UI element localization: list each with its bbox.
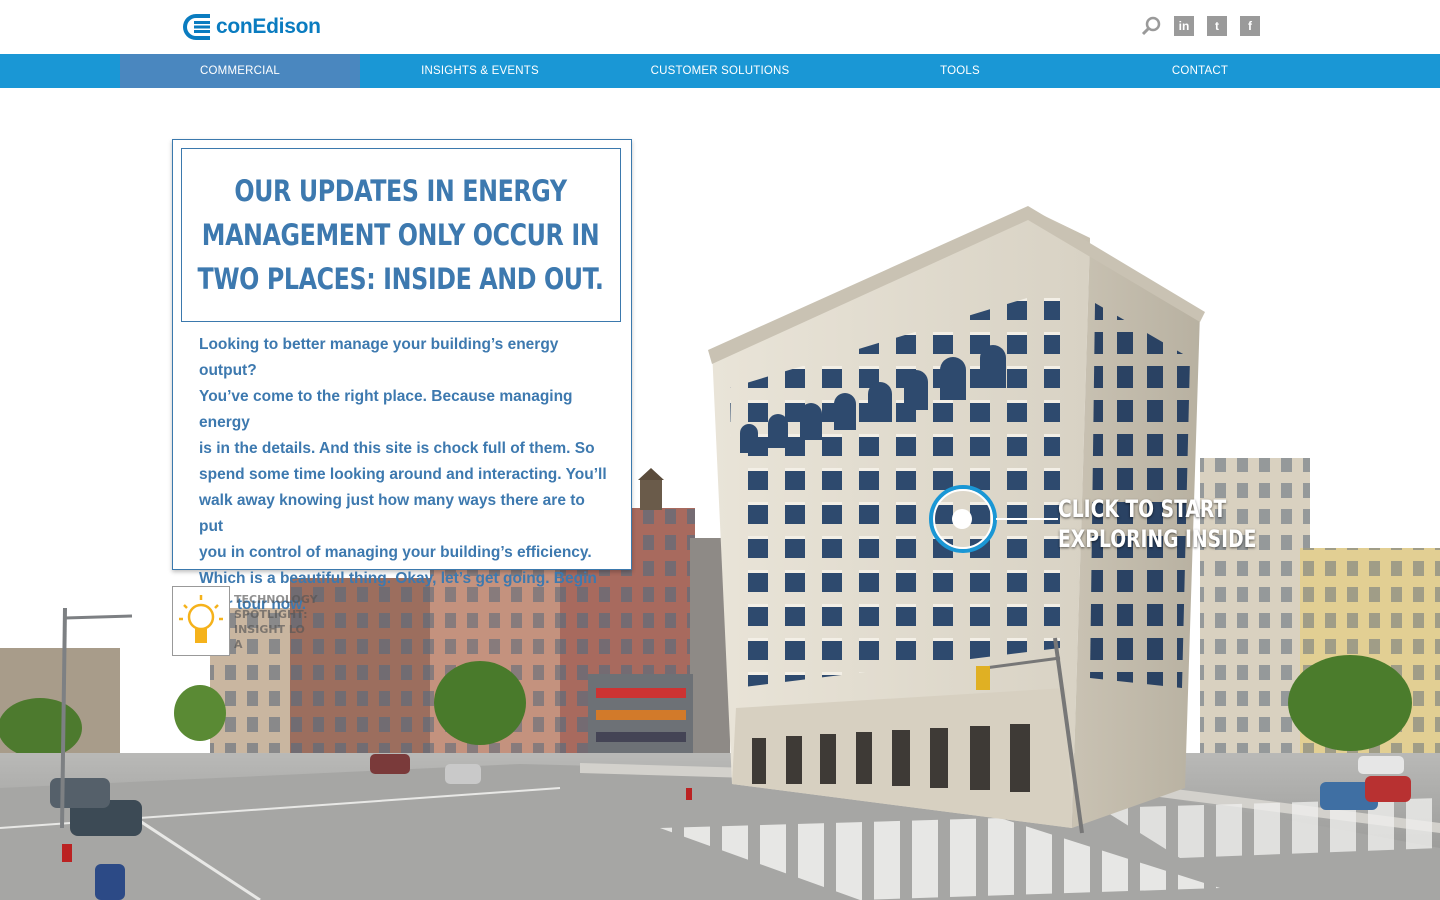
search-icon[interactable] [1141,16,1161,36]
linkedin-glyph: in [1178,19,1190,33]
nav-item-insights-events[interactable]: INSIGHTS & EVENTS [360,54,600,88]
nav-item-commercial[interactable]: COMMERCIAL [120,54,360,88]
explore-label-line-1: CLICK TO START [1058,495,1227,523]
intro-body-line-5: walk away knowing just how many ways the… [199,492,585,535]
nav-item-contact[interactable]: CONTACT [1080,54,1320,88]
conedison-logo[interactable]: conEdison [180,12,321,42]
conedison-logo-icon [183,14,210,40]
intro-heading: OUR UPDATES IN ENERGY MANAGEMENT ONLY OC… [198,169,604,301]
hotspot-connector-line [996,518,1058,520]
intro-body-line-3: is in the details. And this site is choc… [199,440,595,457]
facebook-glyph: f [1248,19,1252,33]
tech-spotlight-line-3: INSIGHT LO [234,623,305,636]
intro-heading-box: OUR UPDATES IN ENERGY MANAGEMENT ONLY OC… [181,148,621,322]
lightbulb-icon [179,595,223,643]
tech-spotlight-tab[interactable] [172,586,230,656]
explore-label-line-2: EXPLORING INSIDE [1058,525,1257,553]
logo-text: conEdison [216,15,321,38]
explore-hotspot[interactable] [928,484,998,554]
intro-card: OUR UPDATES IN ENERGY MANAGEMENT ONLY OC… [172,139,632,613]
nav-item-customer-solutions[interactable]: CUSTOMER SOLUTIONS [600,54,840,88]
intro-body-line-1: Looking to better manage your building’s… [199,336,559,379]
linkedin-icon[interactable]: in [1174,16,1194,36]
intro-body-line-7: Which is a beautiful thing. Okay, let’s … [199,570,597,587]
tech-spotlight-line-2: SPOTLIGHT: [234,608,308,621]
twitter-icon[interactable]: t [1207,16,1227,36]
intro-heading-line-2: MANAGEMENT ONLY OCCUR IN [202,218,600,252]
intro-body-line-2: You’ve come to the right place. Because … [199,388,573,431]
main-nav: COMMERCIAL INSIGHTS & EVENTS CUSTOMER SO… [0,54,1440,88]
site-header: conEdison in t f [0,0,1440,54]
facebook-icon[interactable]: f [1240,16,1260,36]
tech-spotlight-line-4: A [234,638,243,651]
utility-links: in t f [1141,16,1260,36]
tech-spotlight-line-1: TECHNOLOGY [234,593,318,606]
intro-heading-line-1: OUR UPDATES IN ENERGY [234,174,568,208]
explore-hotspot-label[interactable]: CLICK TO START EXPLORING INSIDE [1058,494,1257,554]
tech-spotlight-label[interactable]: TECHNOLOGY SPOTLIGHT: INSIGHT LO A [234,592,318,652]
intro-body-line-4: spend some time looking around and inter… [199,466,607,483]
intro-body-line-6: you in control of managing your building… [199,544,592,561]
intro-heading-line-3: TWO PLACES: INSIDE AND OUT. [198,262,604,296]
twitter-glyph: t [1215,19,1219,33]
intro-body: Looking to better manage your building’s… [199,332,607,618]
nav-item-tools[interactable]: TOOLS [840,54,1080,88]
nav-items: COMMERCIAL INSIGHTS & EVENTS CUSTOMER SO… [120,54,1320,88]
